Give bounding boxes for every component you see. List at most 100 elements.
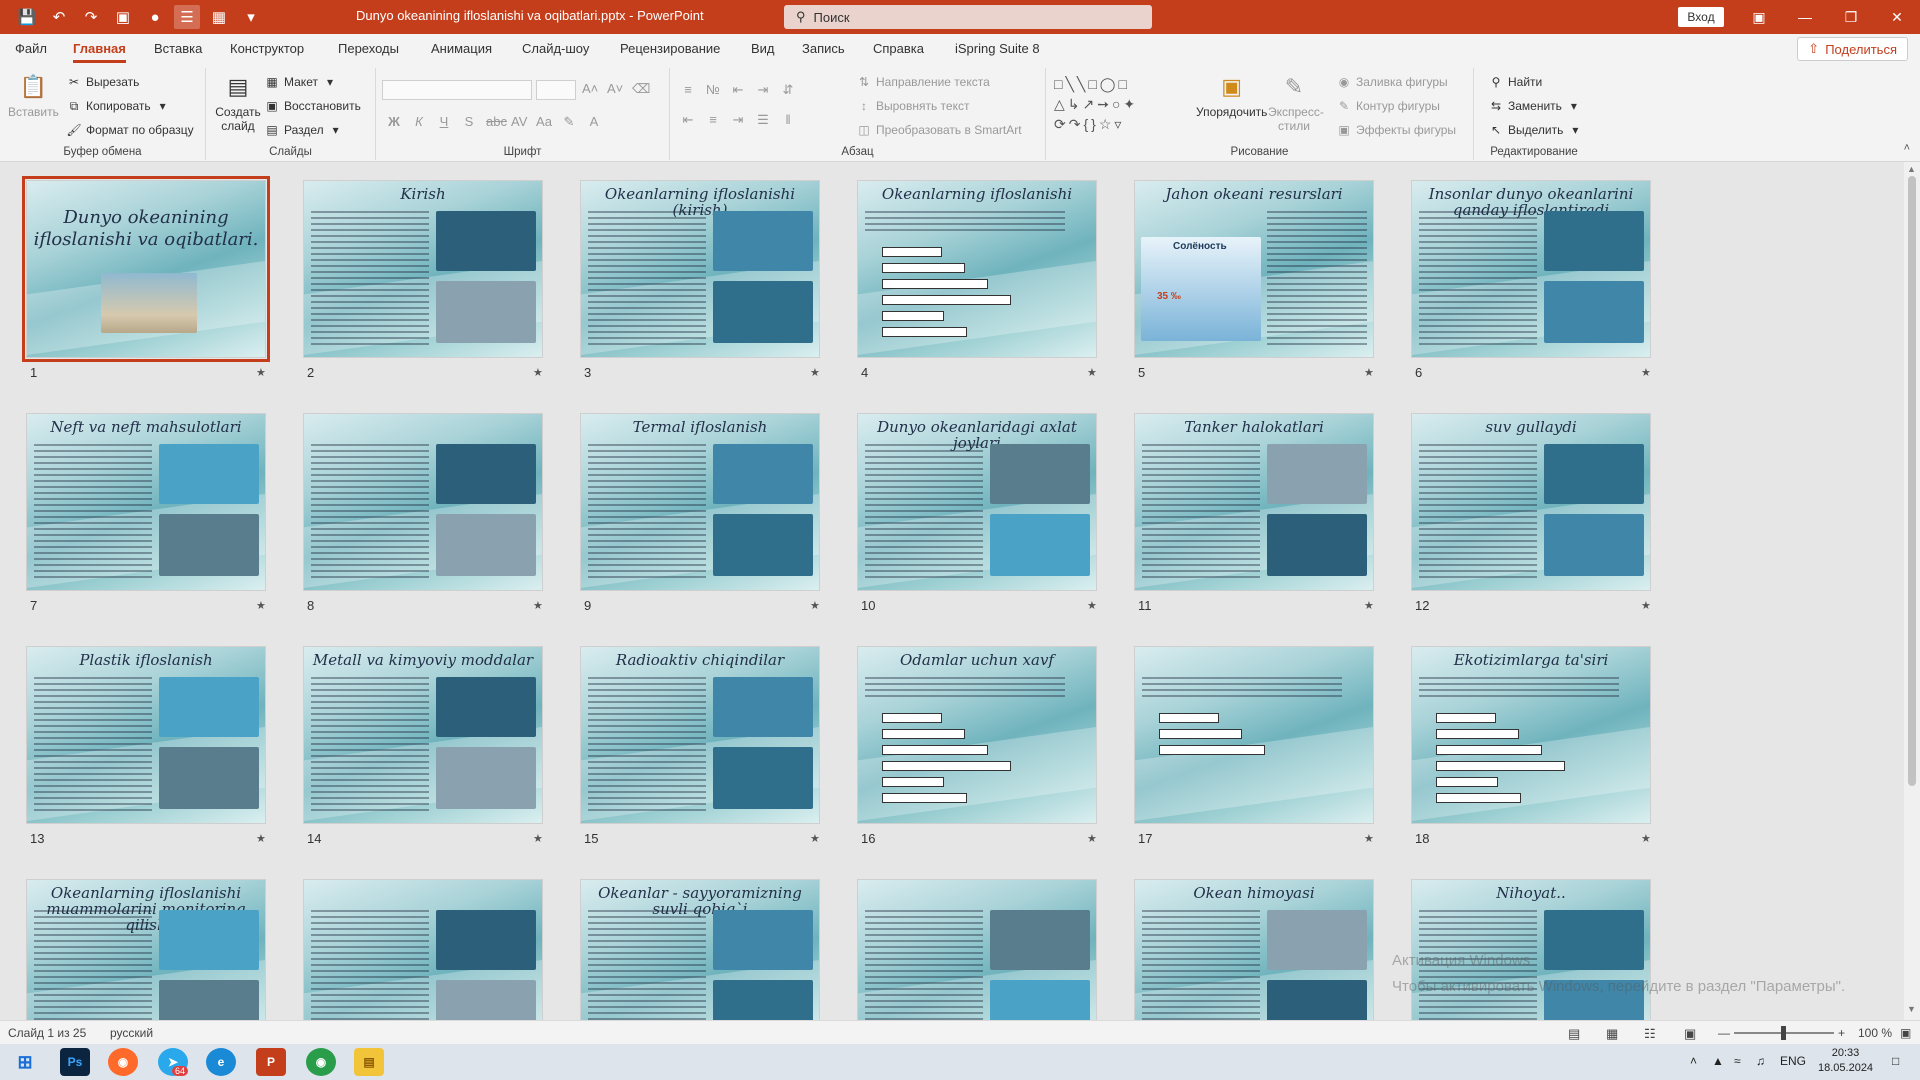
shape-outline-button[interactable]: ✎ Контур фигуры	[1336, 98, 1440, 114]
align-text-button[interactable]: ↕ Выровнять текст	[856, 98, 969, 114]
italic-icon[interactable]: К	[411, 114, 427, 130]
slide-thumbnail[interactable]	[303, 413, 543, 591]
edge-icon[interactable]: e	[206, 1048, 236, 1076]
animation-star-icon[interactable]: ★	[1641, 832, 1651, 845]
grid-icon[interactable]: ▦	[206, 5, 232, 29]
minimize-icon[interactable]: —	[1790, 4, 1820, 30]
slide-thumbnail[interactable]: Kirish	[303, 180, 543, 358]
tab-insert[interactable]: Вставка	[154, 41, 202, 56]
tab-help[interactable]: Справка	[873, 41, 924, 56]
smartart-button[interactable]: ◫ Преобразовать в SmartArt	[856, 122, 1021, 138]
animation-star-icon[interactable]: ★	[1364, 599, 1374, 612]
chrome-icon[interactable]: ◉	[306, 1048, 336, 1076]
replace-button[interactable]: ⇆ Заменить ▾	[1488, 98, 1582, 114]
tab-view[interactable]: Вид	[751, 41, 775, 56]
decrease-indent-icon[interactable]: ⇤	[730, 82, 746, 98]
shapes-gallery[interactable]: □╲╲□◯□ △↳↗➙○✦ ⟳↷{}☆▿	[1054, 74, 1184, 140]
volume-icon[interactable]: ♫	[1756, 1054, 1765, 1068]
customize-qat-icon[interactable]: ▾	[238, 5, 264, 29]
slide-thumbnail[interactable]: Dunyo okeanlaridagi axlat joylari	[857, 413, 1097, 591]
char-spacing-icon[interactable]: AV	[511, 114, 527, 130]
animation-star-icon[interactable]: ★	[810, 366, 820, 379]
tray-expand-icon[interactable]: ˄	[1690, 1054, 1697, 1068]
tab-review[interactable]: Рецензирование	[620, 41, 720, 56]
animation-star-icon[interactable]: ★	[256, 366, 266, 379]
slide-sorter-view-icon[interactable]: ▦	[1606, 1026, 1618, 1042]
slide-thumbnail[interactable]: Jahon okeani resurslari Солёность 35 ‰	[1134, 180, 1374, 358]
grow-font-icon[interactable]: A˄	[582, 81, 598, 97]
slide-thumbnail[interactable]: Okeanlarning ifloslanishi (kirish)	[580, 180, 820, 358]
slide-thumbnail[interactable]	[1134, 646, 1374, 824]
align-center-icon[interactable]: ≡	[705, 112, 721, 128]
tab-design[interactable]: Конструктор	[230, 41, 304, 56]
language-status[interactable]: русский	[110, 1026, 153, 1040]
highlight-icon[interactable]: ✎	[561, 114, 577, 130]
numbering-icon[interactable]: №	[705, 82, 721, 98]
align-right-icon[interactable]: ⇥	[730, 112, 746, 128]
firefox-icon[interactable]: ◉	[108, 1048, 138, 1076]
file-explorer-icon[interactable]: ▤	[354, 1048, 384, 1076]
clock[interactable]: 20:33 18.05.2024	[1818, 1046, 1873, 1076]
animation-star-icon[interactable]: ★	[1641, 599, 1651, 612]
slide-thumbnail[interactable]	[857, 879, 1097, 1020]
slide-thumbnail[interactable]: Okean himoyasi	[1134, 879, 1374, 1020]
animation-star-icon[interactable]: ★	[533, 599, 543, 612]
shadow-icon[interactable]: S	[461, 114, 477, 130]
photoshop-icon[interactable]: Ps	[60, 1048, 90, 1076]
slide-thumbnail[interactable]: Insonlar dunyo okeanlarini qanday iflosl…	[1411, 180, 1651, 358]
tab-file[interactable]: Файл	[15, 41, 47, 56]
layout-button[interactable]: ▦ Макет ▾	[264, 74, 338, 90]
slide-thumbnail[interactable]: Okeanlarning ifloslanishi muammolarini m…	[26, 879, 266, 1020]
animation-star-icon[interactable]: ★	[810, 599, 820, 612]
font-name-combo[interactable]	[382, 80, 532, 100]
restore-icon[interactable]: ❐	[1836, 4, 1866, 30]
strikethrough-icon[interactable]: abc	[486, 114, 507, 130]
animation-star-icon[interactable]: ★	[1087, 599, 1097, 612]
slide-thumbnail[interactable]: Termal ifloslanish	[580, 413, 820, 591]
input-language[interactable]: ENG	[1780, 1054, 1806, 1068]
tab-ispring[interactable]: iSpring Suite 8	[955, 41, 1040, 56]
font-color-icon[interactable]: A	[586, 114, 602, 130]
animation-star-icon[interactable]: ★	[533, 832, 543, 845]
zoom-slider-thumb[interactable]	[1781, 1026, 1786, 1040]
section-button[interactable]: ▤ Раздел ▾	[264, 122, 344, 138]
bold-icon[interactable]: Ж	[386, 114, 402, 130]
tab-slideshow[interactable]: Слайд-шоу	[522, 41, 589, 56]
align-left-icon[interactable]: ⇤	[680, 112, 696, 128]
font-size-combo[interactable]	[536, 80, 576, 100]
change-case-icon[interactable]: Aa	[536, 114, 552, 130]
slide-thumbnail[interactable]: Radioaktiv chiqindilar	[580, 646, 820, 824]
zoom-level[interactable]: 100 %	[1858, 1026, 1892, 1040]
share-button[interactable]: ⇧ Поделиться	[1797, 37, 1908, 61]
slide-thumbnail[interactable]: Metall va kimyoviy moddalar	[303, 646, 543, 824]
zoom-out-icon[interactable]: —	[1718, 1026, 1730, 1040]
tab-home[interactable]: Главная	[73, 41, 126, 63]
line-spacing-icon[interactable]: ⇵	[780, 82, 796, 98]
redo-icon[interactable]: ↷	[78, 5, 104, 29]
slide-thumbnail[interactable]: Neft va neft mahsulotlari	[26, 413, 266, 591]
animation-star-icon[interactable]: ★	[256, 832, 266, 845]
save-icon[interactable]: 💾	[14, 5, 40, 29]
new-slide-button[interactable]: ▤ Создать слайд	[214, 72, 262, 134]
ribbon-display-icon[interactable]: ▣	[1744, 4, 1774, 30]
record-icon[interactable]: ●	[142, 5, 168, 29]
copy-button[interactable]: ⧉ Копировать ▾	[66, 98, 171, 114]
find-button[interactable]: ⚲ Найти	[1488, 74, 1543, 90]
animation-star-icon[interactable]: ★	[533, 366, 543, 379]
text-direction-button[interactable]: ⇅ Направление текста	[856, 74, 990, 90]
zoom-in-icon[interactable]: +	[1838, 1026, 1845, 1040]
animation-star-icon[interactable]: ★	[810, 832, 820, 845]
slide-thumbnail[interactable]: Okeanlarning ifloslanishi	[857, 180, 1097, 358]
search-box[interactable]: ⚲ Поиск	[784, 5, 1152, 29]
scrollbar-thumb[interactable]	[1908, 176, 1916, 786]
normal-view-icon[interactable]: ▤	[1568, 1026, 1580, 1042]
tab-animations[interactable]: Анимация	[431, 41, 492, 56]
format-painter-button[interactable]: 🖌 Формат по образцу	[66, 122, 193, 138]
shrink-font-icon[interactable]: A˅	[607, 81, 623, 97]
animation-star-icon[interactable]: ★	[1364, 366, 1374, 379]
slideshow-view-icon[interactable]: ▣	[1684, 1026, 1696, 1042]
undo-icon[interactable]: ↶	[46, 5, 72, 29]
tab-record[interactable]: Запись	[802, 41, 845, 56]
animation-star-icon[interactable]: ★	[256, 599, 266, 612]
animation-star-icon[interactable]: ★	[1641, 366, 1651, 379]
